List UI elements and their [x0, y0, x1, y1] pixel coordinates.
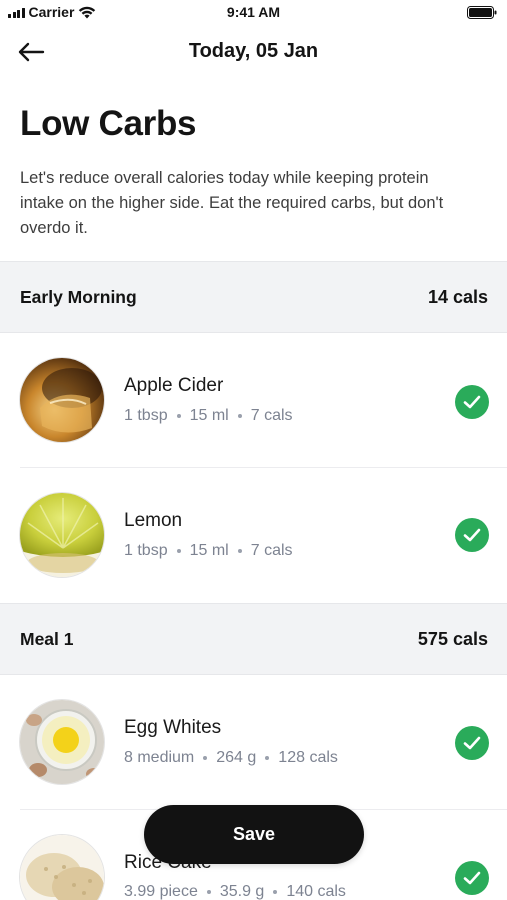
- food-weight: 15 ml: [189, 407, 229, 424]
- section-cals: 14 cals: [427, 286, 488, 307]
- section-title: Early Morning: [20, 286, 137, 307]
- food-image-apple-cider: [19, 357, 105, 443]
- separator-dot: [237, 414, 242, 418]
- food-image-lemon: [19, 492, 105, 578]
- food-name: Apple Cider: [124, 375, 224, 396]
- separator-dot: [273, 890, 278, 894]
- food-meta: 1 tbsp 15 ml 7 cals: [124, 542, 293, 560]
- page-title: Low Carbs: [20, 104, 197, 143]
- separator-dot: [237, 549, 242, 553]
- food-item-apple-cider[interactable]: Apple Cider 1 tbsp 15 ml 7 cals: [0, 333, 507, 468]
- food-item-egg-whites[interactable]: Egg Whites 8 medium 264 g 128 cals: [0, 675, 507, 810]
- page-description: Let's reduce overall calories today whil…: [20, 169, 444, 237]
- section-title: Meal 1: [20, 628, 74, 649]
- food-item-lemon[interactable]: Lemon 1 tbsp 15 ml 7 cals: [0, 468, 507, 603]
- separator-dot: [176, 549, 181, 553]
- status-time: 9:41 AM: [226, 4, 281, 20]
- food-meta: 1 tbsp 15 ml 7 cals: [124, 407, 293, 425]
- separator-dot: [203, 756, 208, 760]
- food-quantity: 1 tbsp: [124, 542, 168, 559]
- food-quantity: 1 tbsp: [124, 407, 168, 424]
- header-title: Today, 05 Jan: [188, 40, 319, 62]
- section-header-meal-1: Meal 1 575 cals: [0, 603, 507, 675]
- food-quantity: 3.99 piece: [124, 883, 198, 900]
- status-bar: Carrier 9:41 AM: [0, 0, 507, 26]
- food-calories: 128 cals: [278, 749, 338, 766]
- food-image-rice-cake: [19, 834, 105, 900]
- food-calories: 140 cals: [286, 883, 346, 900]
- section-cals: 575 cals: [417, 628, 488, 649]
- checkmark-icon[interactable]: [455, 726, 489, 760]
- save-button[interactable]: Save: [144, 805, 364, 864]
- food-meta: 8 medium 264 g 128 cals: [124, 749, 338, 767]
- checkmark-icon[interactable]: [455, 861, 489, 895]
- checkmark-icon[interactable]: [455, 385, 489, 419]
- food-name: Egg Whites: [124, 717, 222, 738]
- section-header-early-morning: Early Morning 14 cals: [0, 261, 507, 333]
- food-image-egg-whites: [19, 699, 105, 785]
- separator-dot: [176, 414, 181, 418]
- food-weight: 15 ml: [189, 542, 229, 559]
- food-weight: 264 g: [216, 749, 257, 766]
- food-calories: 7 cals: [250, 542, 293, 559]
- checkmark-icon[interactable]: [455, 518, 489, 552]
- food-meta: 3.99 piece 35.9 g 140 cals: [124, 883, 346, 900]
- food-name: Lemon: [124, 510, 183, 531]
- food-calories: 7 cals: [250, 407, 293, 424]
- food-weight: 35.9 g: [219, 883, 265, 900]
- battery-icon: [467, 6, 497, 19]
- food-quantity: 8 medium: [124, 749, 195, 766]
- nav-header: Today, 05 Jan: [0, 30, 507, 74]
- separator-dot: [206, 890, 211, 894]
- separator-dot: [265, 756, 270, 760]
